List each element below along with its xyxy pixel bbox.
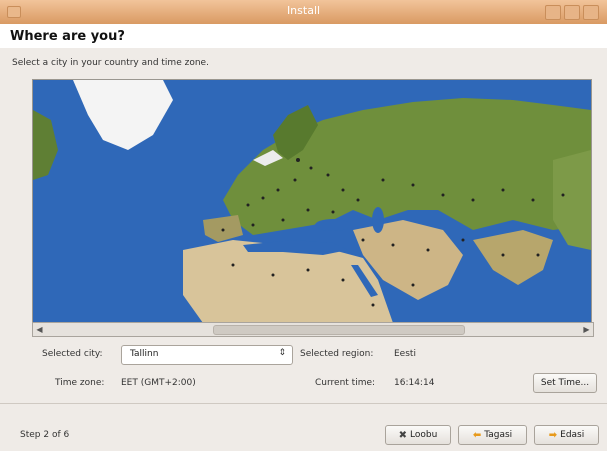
current-time-label: Current time: xyxy=(315,378,376,388)
cancel-button[interactable]: ✖ Loobu xyxy=(385,425,451,445)
current-time-value: 16:14:14 xyxy=(394,378,435,388)
cancel-button-label: Loobu xyxy=(410,430,438,440)
black-sea xyxy=(315,219,351,231)
selected-region-label: Selected region: xyxy=(300,349,374,359)
footer-separator xyxy=(0,403,607,404)
arrow-right-icon: ➡ xyxy=(548,429,558,441)
minimize-button[interactable] xyxy=(545,5,561,20)
close-button[interactable] xyxy=(583,5,599,20)
timezone-map[interactable] xyxy=(32,79,592,337)
caspian-sea xyxy=(372,207,384,233)
page-title: Where are you? xyxy=(10,29,125,44)
forward-button[interactable]: ➡ Edasi xyxy=(534,425,599,445)
forward-button-label: Edasi xyxy=(560,430,585,440)
scrollbar-thumb[interactable] xyxy=(213,325,465,335)
scroll-right-icon[interactable]: ▶ xyxy=(581,324,592,335)
selected-region-value: Eesti xyxy=(394,349,416,359)
set-time-button[interactable]: Set Time... xyxy=(533,373,597,393)
window-title: Install xyxy=(286,4,321,17)
window-titlebar: Install xyxy=(0,0,607,25)
arrow-left-icon: ⬅ xyxy=(472,429,482,441)
back-button-label: Tagasi xyxy=(484,430,513,440)
time-zone-label: Time zone: xyxy=(55,378,105,388)
x-icon: ✖ xyxy=(398,429,408,441)
map-horizontal-scrollbar[interactable]: ◀ ▶ xyxy=(32,322,594,337)
city-select[interactable]: Tallinn ⇕ xyxy=(121,345,293,365)
scroll-left-icon[interactable]: ◀ xyxy=(34,324,45,335)
city-select-value: Tallinn xyxy=(130,349,159,359)
updown-arrow-icon: ⇕ xyxy=(278,348,286,358)
selected-city-label: Selected city: xyxy=(42,349,103,359)
step-indicator: Step 2 of 6 xyxy=(20,430,70,440)
time-zone-value: EET (GMT+2:00) xyxy=(121,378,196,388)
world-map[interactable] xyxy=(33,80,591,323)
back-button[interactable]: ⬅ Tagasi xyxy=(458,425,527,445)
window-controls xyxy=(545,5,599,20)
maximize-button[interactable] xyxy=(564,5,580,20)
page-header: Where are you? xyxy=(0,24,607,48)
page-subtitle: Select a city in your country and time z… xyxy=(12,58,209,68)
